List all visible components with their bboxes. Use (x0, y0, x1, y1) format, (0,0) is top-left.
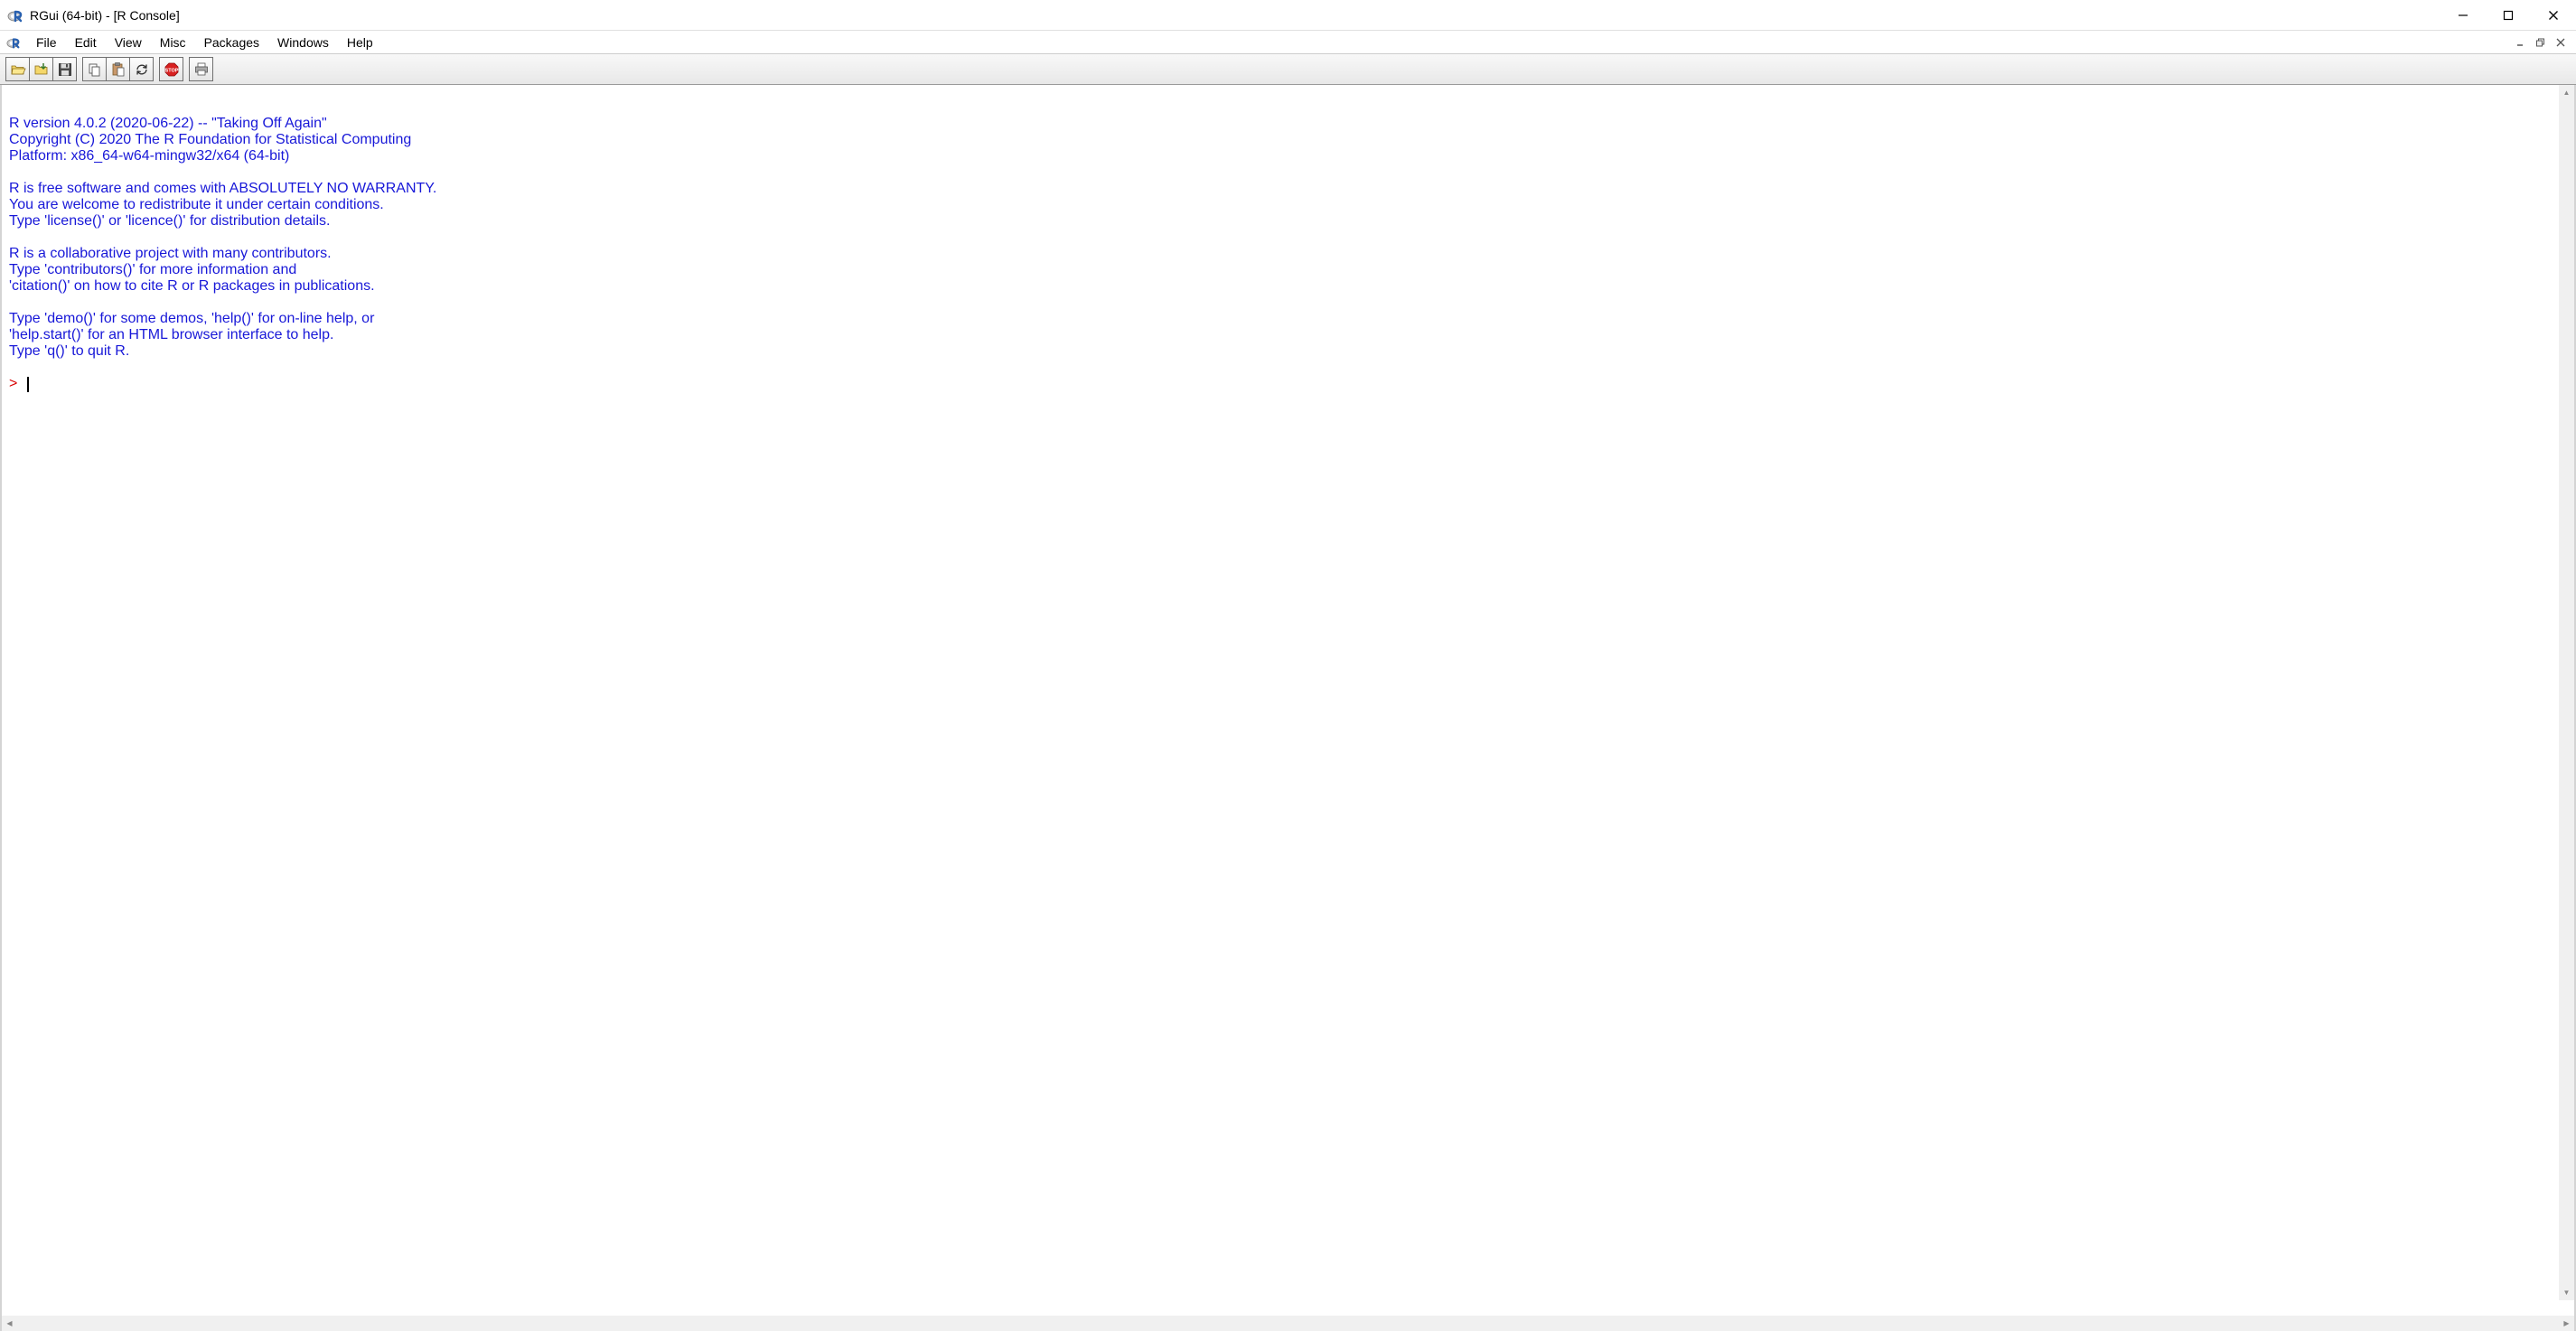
close-button[interactable] (2531, 0, 2576, 31)
print-icon (193, 61, 210, 78)
menu-file[interactable]: File (27, 33, 66, 52)
console-line: R version 4.0.2 (2020-06-22) -- "Taking … (9, 116, 2567, 132)
menu-windows[interactable]: Windows (268, 33, 338, 52)
console-line: Type 'demo()' for some demos, 'help()' f… (9, 311, 2567, 327)
stop-icon: STOP (164, 61, 180, 78)
save-icon (57, 61, 73, 78)
open-folder-icon (10, 61, 26, 78)
console-line (9, 295, 2567, 311)
console-line: Type 'contributors()' for more informati… (9, 262, 2567, 278)
menu-view[interactable]: View (106, 33, 151, 52)
scroll-down-icon[interactable]: ▼ (2559, 1285, 2574, 1300)
horizontal-scrollbar[interactable]: ◀ ▶ (0, 1316, 2576, 1331)
title-bar: RGui (64-bit) - [R Console] (0, 0, 2576, 31)
console-line: 'citation()' on how to cite R or R packa… (9, 278, 2567, 295)
print-button[interactable] (189, 57, 213, 81)
console-line: Platform: x86_64-w64-mingw32/x64 (64-bit… (9, 148, 2567, 164)
toolbar: STOP (0, 53, 2576, 85)
mdi-restore-button[interactable] (2531, 34, 2551, 51)
console-area[interactable]: R version 4.0.2 (2020-06-22) -- "Taking … (0, 85, 2576, 1316)
console-line: Copyright (C) 2020 The R Foundation for … (9, 132, 2567, 148)
text-cursor (27, 377, 29, 392)
menu-edit[interactable]: Edit (66, 33, 106, 52)
paste-icon (110, 61, 126, 78)
scroll-track-vertical[interactable] (2559, 100, 2574, 1285)
open-script-button[interactable] (5, 57, 30, 81)
stop-button[interactable]: STOP (159, 57, 183, 81)
window-controls (2440, 0, 2576, 31)
console-line: 'help.start()' for an HTML browser inter… (9, 327, 2567, 343)
r-app-icon (7, 7, 23, 23)
console-line: Type 'q()' to quit R. (9, 343, 2567, 360)
console-output: R version 4.0.2 (2020-06-22) -- "Taking … (2, 85, 2574, 399)
r-menu-icon (5, 34, 22, 51)
copy-icon (87, 61, 103, 78)
console-line: Type 'license()' or 'licence()' for dist… (9, 213, 2567, 230)
mdi-minimize-button[interactable] (2511, 34, 2531, 51)
svg-text:STOP: STOP (164, 68, 178, 73)
minimize-button[interactable] (2440, 0, 2486, 31)
console-line (9, 99, 2567, 116)
console-line: R is a collaborative project with many c… (9, 246, 2567, 262)
console-line (9, 164, 2567, 181)
mdi-controls (2511, 34, 2576, 51)
menu-help[interactable]: Help (338, 33, 382, 52)
menu-misc[interactable]: Misc (151, 33, 195, 52)
load-workspace-button[interactable] (29, 57, 53, 81)
vertical-scrollbar[interactable]: ▲ ▼ (2559, 85, 2574, 1300)
save-workspace-button[interactable] (52, 57, 77, 81)
mdi-close-button[interactable] (2551, 34, 2571, 51)
scroll-up-icon[interactable]: ▲ (2559, 85, 2574, 100)
console-line (9, 230, 2567, 246)
console-line (9, 360, 2567, 376)
menu-bar: File Edit View Misc Packages Windows Hel… (0, 31, 2576, 53)
window-title: RGui (64-bit) - [R Console] (30, 8, 180, 23)
load-workspace-icon (33, 61, 50, 78)
prompt-char: > (9, 376, 22, 392)
console-prompt-line[interactable]: > (9, 376, 2567, 392)
console-line: R is free software and comes with ABSOLU… (9, 181, 2567, 197)
paste-button[interactable] (106, 57, 130, 81)
refresh-icon (134, 61, 150, 78)
console-line: You are welcome to redistribute it under… (9, 197, 2567, 213)
scroll-right-icon[interactable]: ▶ (2559, 1316, 2574, 1331)
scroll-track-horizontal[interactable] (17, 1316, 2559, 1331)
copy-button[interactable] (82, 57, 107, 81)
scroll-left-icon[interactable]: ◀ (2, 1316, 17, 1331)
copy-paste-button[interactable] (129, 57, 154, 81)
maximize-button[interactable] (2486, 0, 2531, 31)
menu-packages[interactable]: Packages (195, 33, 268, 52)
